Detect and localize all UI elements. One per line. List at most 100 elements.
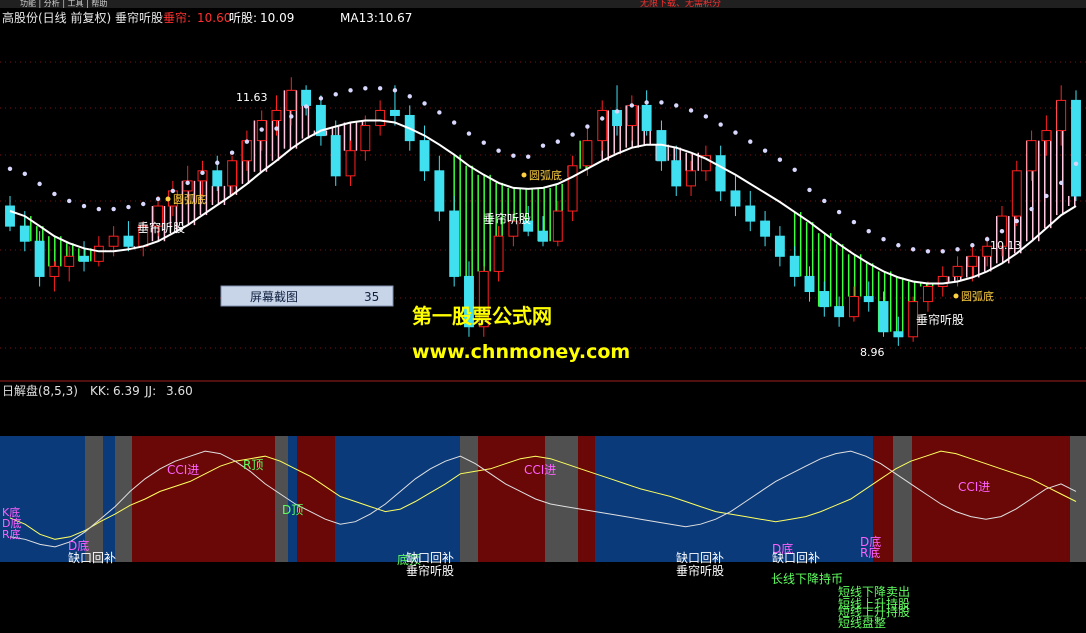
trend-dot-22 [333,92,338,97]
trend-dot-29 [437,110,442,115]
yuanhudi-dot-1 [165,196,171,202]
trend-dot-69 [1029,206,1034,212]
candle-body-59 [878,301,889,333]
kk-value: 6.39 [113,384,140,398]
candle-body-8 [123,235,134,247]
trend-dot-39 [585,124,590,129]
candle-body-42 [626,104,637,127]
indicator-ma13-label: MA13: [340,11,378,25]
top-menu-partial[interactable]: 功能 | 分析 | 工具 | 帮助 [20,0,107,8]
jj-value: 3.60 [166,384,193,398]
trend-dot-44 [659,100,664,105]
candle-body-60 [893,331,904,338]
kk-label: KK: [90,384,110,398]
candle-body-71 [1056,99,1067,132]
trend-dot-38 [570,132,575,137]
signal-gap-fill-4: 缺口回补 [772,550,820,565]
candle-body-24 [360,125,371,152]
trend-dot-15 [229,150,235,155]
trend-dot-47 [703,114,709,119]
trend-dot-3 [52,191,57,197]
signal-r-top: R顶 [243,458,263,472]
trend-dot-56 [836,209,842,215]
candle-body-22 [330,135,341,177]
trend-dot-66 [984,237,990,242]
candle-body-65 [967,255,978,267]
low-price-marker: 8.96 [860,346,885,359]
candle-body-23 [345,150,356,177]
trend-dot-6 [96,206,102,212]
state-band-16 [912,436,1070,562]
signal-gap-fill-2: 缺口回补 [406,550,454,565]
lower-panel-header: 日解盘(8,5,3) KK: 6.39 JJ: 3.60 [2,383,193,398]
trend-dot-0 [7,166,13,171]
candle-body-58 [863,296,874,303]
indicator-tinggu-label: 听股: [229,11,257,25]
candle-body-64 [952,265,963,277]
state-band-4 [132,436,275,562]
trend-dot-65 [970,243,975,248]
label-yuanhudi-3: 圆弧底 [961,289,994,303]
trend-dot-13 [200,170,205,176]
candle-body-3 [49,265,60,277]
trend-dot-27 [407,94,412,99]
screenshot-popup[interactable]: 屏幕截图 35 [220,285,394,307]
watermark-title: 第一股票公式网 [412,304,552,328]
candle-body-1 [19,225,30,242]
trend-dot-18 [274,126,279,131]
candle-body-14 [212,170,223,187]
top-red-text: 无限下载、无需积分 [640,0,721,9]
candle-body-46 [686,170,696,187]
signal-r-bottom-3: R底 [860,545,880,560]
candle-body-5 [79,255,89,262]
yuanhudi-dot-3 [953,293,959,299]
signal-chuilian-2: 垂帘听股 [676,563,724,578]
trend-dot-71 [1058,180,1064,186]
signal-cci-in-2: CCI进 [524,463,556,477]
trend-dot-55 [822,198,827,204]
trend-dot-34 [511,153,516,158]
candle-body-38 [567,165,578,212]
trend-dot-40 [600,116,605,121]
indicator-chuilian-label: 垂帘: [163,10,191,25]
candle-body-57 [848,296,859,318]
trend-dot-58 [866,228,871,234]
indicator-tinggu-value: 10.09 [260,11,294,25]
trend-dot-54 [807,187,812,193]
candle-body-52 [774,235,785,257]
candle-body-50 [745,205,756,222]
signal-short-consolidation: 短线盘整 [838,615,886,630]
trend-dot-19 [289,114,294,119]
trend-dot-70 [1044,193,1049,199]
candle-body-2 [34,240,45,277]
signal-gap-fill-1: 缺口回补 [68,550,116,565]
yuanhudi-dot-2 [521,172,527,178]
candle-body-45 [671,160,682,187]
state-band-15 [893,436,912,562]
candle-body-55 [819,291,830,308]
candle-body-40 [597,109,608,142]
trend-dot-61 [910,247,916,252]
trend-dot-60 [896,243,901,248]
trend-dot-57 [851,219,857,225]
label-chuilian-1: 垂帘听股 [137,220,185,235]
high-price-marker: 11.63 [236,91,268,104]
candle-body-26 [390,109,400,116]
trend-dot-36 [540,143,546,148]
lower-state-bands [0,436,1086,562]
candle-body-69 [1026,140,1037,172]
trend-dot-8 [126,204,131,210]
trend-dot-14 [215,160,220,165]
trend-dot-63 [940,249,945,254]
top-menu-strip [0,0,1086,8]
trend-dot-67 [999,228,1005,234]
candle-body-68 [1011,170,1022,217]
candle-body-49 [730,190,741,207]
chart-stage: 功能 | 分析 | 工具 | 帮助 无限下载、无需积分 高股份(日线 前复权) … [0,0,1086,630]
label-chuilian-2: 垂帘听股 [483,211,531,226]
trend-dot-59 [881,237,886,242]
state-band-2 [103,436,115,562]
trend-dot-30 [451,120,457,125]
upper-panel-title: 高股份(日线 前复权) 垂帘听股 [2,10,163,25]
mid-price-marker: 10.13 [990,239,1022,252]
